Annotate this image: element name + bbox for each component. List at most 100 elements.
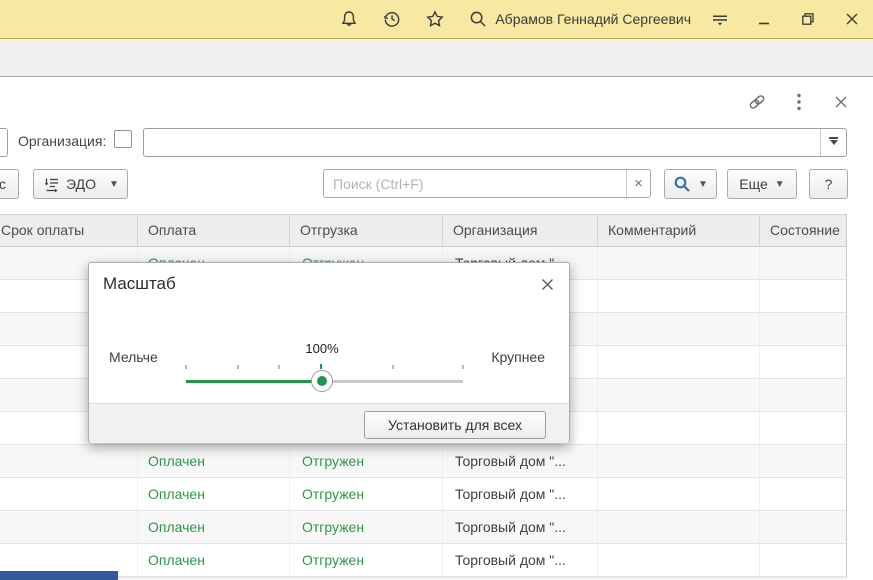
taskbar-item-fragment[interactable] — [0, 571, 118, 580]
dialog-close-icon[interactable] — [538, 275, 556, 293]
restore-window-icon[interactable] — [797, 8, 819, 30]
table-row[interactable]: Оплачен Отгружен Торговый дом "... — [0, 445, 846, 478]
table-row[interactable]: Оплачен Отгружен Торговый дом "... — [0, 511, 846, 544]
cell-comment[interactable] — [598, 511, 760, 543]
cell-payment[interactable]: Оплачен — [138, 511, 290, 543]
cell-comment[interactable] — [598, 412, 760, 444]
cell-comment[interactable] — [598, 280, 760, 312]
cell-organization[interactable]: Торговый дом "... — [443, 445, 598, 477]
cutoff-field-fragment[interactable] — [0, 128, 8, 157]
column-header-shipment[interactable]: Отгрузка — [290, 215, 443, 246]
column-header-due-date[interactable]: Срок оплаты — [0, 215, 138, 246]
cell-comment[interactable] — [598, 445, 760, 477]
cutoff-button-label: с — [0, 176, 6, 192]
list-toolbar: с ЭДО ▼ × ▼ Еще ▼ ? — [0, 169, 873, 199]
cell-comment[interactable] — [598, 346, 760, 378]
cell-state[interactable] — [760, 247, 846, 279]
help-button-label: ? — [825, 176, 833, 192]
cell-state[interactable] — [760, 412, 846, 444]
scale-tick — [278, 365, 280, 369]
cell-payment[interactable]: Оплачен — [138, 478, 290, 510]
organization-dropdown-button[interactable] — [820, 129, 846, 156]
table-row[interactable]: Оплачен Отгружен Торговый дом "... — [0, 544, 846, 577]
help-button[interactable]: ? — [809, 169, 848, 199]
cell-shipment[interactable]: Отгружен — [290, 445, 443, 477]
edo-caret-icon: ▼ — [109, 179, 119, 190]
cell-state[interactable] — [760, 511, 846, 543]
search-caret-icon: ▼ — [698, 179, 708, 190]
get-link-icon[interactable] — [747, 92, 767, 112]
scale-smaller-label: Мельче — [109, 349, 158, 365]
column-header-organization[interactable]: Организация — [443, 215, 598, 246]
cell-state[interactable] — [760, 346, 846, 378]
current-user-name[interactable]: Абрамов Геннадий Сергеевич — [495, 11, 691, 27]
combo-bar — [829, 137, 838, 139]
organization-label: Организация: — [18, 133, 106, 149]
cell-payment[interactable]: Оплачен — [138, 544, 290, 576]
scale-tick — [392, 365, 394, 369]
more-button[interactable]: Еще ▼ — [727, 169, 797, 199]
organization-combobox — [143, 128, 847, 157]
scale-larger-label: Крупнее — [491, 349, 545, 365]
cell-due-date[interactable] — [0, 511, 138, 543]
close-window-icon[interactable] — [841, 8, 863, 30]
menu-band — [0, 39, 873, 77]
more-caret-icon: ▼ — [775, 179, 785, 190]
app-titlebar: Абрамов Геннадий Сергеевич — [0, 0, 873, 39]
organization-checkbox[interactable] — [114, 130, 132, 148]
cell-organization[interactable]: Торговый дом "... — [443, 544, 598, 576]
apply-for-all-button[interactable]: Установить для всех — [364, 411, 546, 439]
scale-tick-current — [320, 364, 322, 369]
cell-comment[interactable] — [598, 379, 760, 411]
scale-tick — [462, 365, 464, 369]
cell-payment[interactable]: Оплачен — [138, 445, 290, 477]
column-header-comment[interactable]: Комментарий — [598, 215, 760, 246]
more-button-label: Еще — [739, 176, 768, 192]
search-lens-icon — [673, 175, 691, 193]
edo-button-label: ЭДО — [66, 176, 96, 192]
search-clear-icon[interactable]: × — [626, 170, 650, 197]
more-actions-dots-icon[interactable] — [789, 92, 809, 112]
notifications-bell-icon[interactable] — [338, 8, 360, 30]
edo-icon — [43, 176, 60, 193]
cell-state[interactable] — [760, 544, 846, 576]
cutoff-button-fragment[interactable]: с — [0, 169, 19, 199]
cell-state[interactable] — [760, 313, 846, 345]
favorites-star-icon[interactable] — [424, 8, 446, 30]
scale-slider-fill — [186, 380, 322, 383]
cell-comment[interactable] — [598, 247, 760, 279]
column-header-state[interactable]: Состояние — [760, 215, 846, 246]
cell-comment[interactable] — [598, 478, 760, 510]
cell-shipment[interactable]: Отгружен — [290, 478, 443, 510]
close-form-icon[interactable] — [831, 92, 851, 112]
global-search-icon[interactable] — [467, 8, 489, 30]
search-button[interactable]: ▼ — [664, 169, 717, 199]
cell-state[interactable] — [760, 280, 846, 312]
minimize-window-icon[interactable] — [753, 8, 775, 30]
cell-state[interactable] — [760, 478, 846, 510]
service-menu-icon[interactable] — [709, 8, 731, 30]
cell-due-date[interactable] — [0, 478, 138, 510]
cell-organization[interactable]: Торговый дом "... — [443, 511, 598, 543]
scale-dialog: Масштаб Мельче Крупнее 100% Установить д… — [88, 262, 570, 443]
search-input[interactable] — [324, 170, 626, 197]
filter-row: Организация: — [0, 128, 873, 158]
cell-shipment[interactable]: Отгружен — [290, 544, 443, 576]
history-icon[interactable] — [381, 8, 403, 30]
column-header-payment[interactable]: Оплата — [138, 215, 290, 246]
cell-state[interactable] — [760, 445, 846, 477]
cell-shipment[interactable]: Отгружен — [290, 511, 443, 543]
organization-input[interactable] — [144, 129, 820, 156]
cell-organization[interactable]: Торговый дом "... — [443, 478, 598, 510]
cell-comment[interactable] — [598, 544, 760, 576]
cell-state[interactable] — [760, 379, 846, 411]
scale-tick — [237, 365, 239, 369]
cell-comment[interactable] — [598, 313, 760, 345]
scale-current-value: 100% — [305, 341, 338, 356]
search-box: × — [323, 169, 651, 198]
edo-button[interactable]: ЭДО ▼ — [33, 169, 128, 199]
table-row[interactable]: Оплачен Отгружен Торговый дом "... — [0, 478, 846, 511]
scale-slider-handle[interactable] — [311, 370, 333, 392]
cell-due-date[interactable] — [0, 445, 138, 477]
scale-tick — [185, 365, 187, 369]
